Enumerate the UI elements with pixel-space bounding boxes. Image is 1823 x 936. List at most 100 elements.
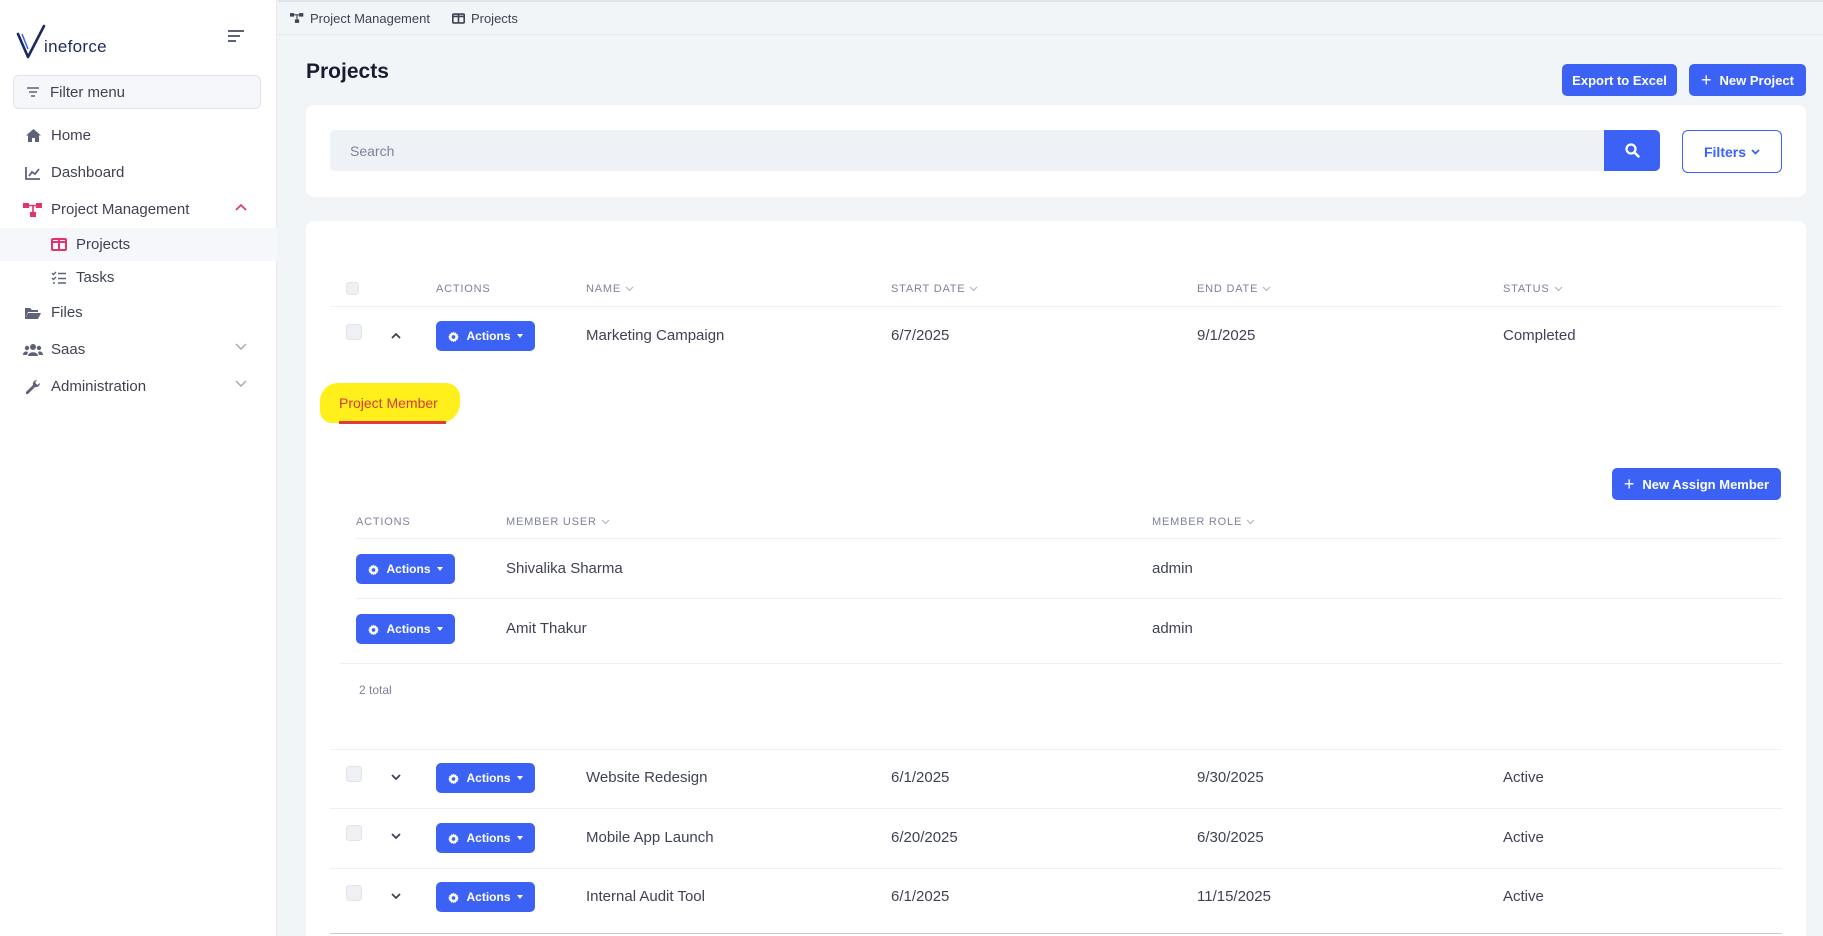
member-user: Shivalika Sharma — [506, 560, 623, 577]
sort-icon — [1246, 519, 1255, 525]
table-columns-icon — [51, 238, 69, 251]
breadcrumb-item-projects[interactable]: Projects — [451, 11, 518, 26]
logo-v-icon — [16, 24, 46, 59]
row-actions-button[interactable]: Actions — [436, 321, 535, 351]
chevron-down-icon — [235, 380, 247, 387]
export-to-excel-button[interactable]: Export to Excel — [1562, 64, 1677, 96]
caret-down-icon — [516, 776, 523, 780]
member-column-header-user[interactable]: MEMBER USER — [506, 516, 610, 528]
status: Active — [1503, 888, 1544, 905]
end-date: 11/15/2025 — [1197, 888, 1271, 905]
sidebar-nav: Home Dashboard Project Management Projec… — [0, 117, 277, 405]
divider — [330, 749, 1782, 750]
sidebar-item-label: Files — [51, 304, 83, 321]
row-actions-button[interactable]: Actions — [436, 823, 535, 853]
expand-row-icon[interactable] — [389, 770, 403, 784]
start-date: 6/1/2025 — [891, 769, 950, 786]
sidebar-item-home[interactable]: Home — [0, 117, 277, 154]
new-project-button[interactable]: + New Project — [1689, 64, 1806, 96]
filter-menu-input[interactable] — [50, 83, 250, 101]
sort-icon — [601, 519, 610, 525]
sidebar-item-project-management[interactable]: Project Management — [0, 191, 277, 228]
logo[interactable]: ineforce — [16, 20, 107, 60]
end-date: 9/1/2025 — [1197, 327, 1256, 344]
filter-menu-field[interactable] — [13, 75, 261, 109]
select-all-checkbox[interactable] — [346, 282, 359, 295]
start-date: 6/20/2025 — [891, 829, 958, 846]
users-icon — [23, 341, 43, 359]
collapse-row-icon[interactable] — [389, 328, 403, 342]
chevron-up-icon — [235, 203, 247, 211]
column-header-start-date[interactable]: START DATE — [891, 283, 978, 295]
sort-icon — [969, 286, 978, 292]
home-icon — [23, 127, 43, 145]
caret-down-icon — [436, 567, 443, 571]
row-checkbox[interactable] — [346, 324, 362, 340]
page-title: Projects — [306, 60, 389, 83]
plus-icon: + — [1623, 474, 1635, 494]
sidebar: ineforce Home Dashboard Project Manageme… — [0, 0, 277, 936]
sidebar-item-tasks[interactable]: Tasks — [0, 261, 277, 294]
sidebar-item-projects[interactable]: Projects — [0, 228, 277, 261]
sort-icon — [625, 286, 634, 292]
column-header-actions: ACTIONS — [436, 283, 491, 295]
row-actions-button[interactable]: Actions — [436, 763, 535, 793]
breadcrumb-item-project-management[interactable]: Project Management — [290, 11, 430, 26]
new-assign-member-button[interactable]: + New Assign Member — [1612, 468, 1781, 500]
sidebar-item-label: Projects — [76, 236, 131, 253]
menu-toggle-icon[interactable] — [228, 30, 246, 44]
sidebar-item-administration[interactable]: Administration — [0, 368, 277, 405]
search-input[interactable] — [350, 142, 1550, 159]
column-header-status[interactable]: STATUS — [1503, 283, 1563, 295]
table-columns-icon — [451, 12, 465, 24]
actions-label: Actions — [466, 329, 511, 343]
column-header-end-date[interactable]: END DATE — [1197, 283, 1271, 295]
sidebar-item-label: Saas — [51, 341, 86, 358]
end-date: 9/30/2025 — [1197, 769, 1264, 786]
search-button[interactable] — [1604, 130, 1660, 171]
row-checkbox[interactable] — [346, 766, 362, 782]
divider — [330, 808, 1782, 809]
gear-icon — [368, 623, 380, 635]
gear-icon — [448, 832, 460, 844]
search-card: Filters — [306, 105, 1806, 197]
sidebar-item-label: Home — [51, 127, 92, 144]
member-actions-button[interactable]: Actions — [356, 614, 455, 644]
sitemap-icon — [290, 13, 304, 23]
divider — [330, 868, 1782, 869]
row-checkbox[interactable] — [346, 885, 362, 901]
tab-label: Project Member — [339, 395, 438, 411]
chevron-down-icon — [235, 343, 247, 350]
breadcrumb-label: Project Management — [310, 10, 430, 26]
wrench-icon — [23, 378, 43, 396]
actions-label: Actions — [466, 771, 511, 785]
sitemap-icon — [23, 201, 43, 219]
search-icon — [1624, 143, 1640, 158]
project-name: Marketing Campaign — [586, 327, 725, 344]
filters-button[interactable]: Filters — [1682, 130, 1782, 173]
member-column-header-role[interactable]: MEMBER ROLE — [1152, 516, 1255, 528]
gear-icon — [448, 891, 460, 903]
row-actions-button[interactable]: Actions — [436, 882, 535, 912]
new-assign-member-label: New Assign Member — [1642, 476, 1770, 492]
tab-project-member[interactable]: Project Member — [320, 383, 460, 424]
member-actions-button[interactable]: Actions — [356, 554, 455, 584]
sidebar-item-saas[interactable]: Saas — [0, 331, 277, 368]
chart-line-icon — [23, 164, 43, 182]
row-checkbox[interactable] — [346, 825, 362, 841]
breadcrumb: Project Management Projects — [278, 0, 1823, 35]
caret-down-icon — [516, 836, 523, 840]
gear-icon — [368, 563, 380, 575]
divider — [340, 663, 1782, 664]
column-header-name[interactable]: NAME — [586, 283, 634, 295]
sidebar-item-label: Project Management — [51, 201, 190, 218]
filter-icon — [27, 87, 39, 97]
filters-label: Filters — [1703, 143, 1746, 160]
search-field[interactable] — [330, 130, 1604, 171]
projects-table: ACTIONS NAME START DATE END DATE STATUS … — [306, 221, 1806, 936]
expand-row-icon[interactable] — [389, 829, 403, 843]
sidebar-item-files[interactable]: Files — [0, 294, 277, 331]
sidebar-item-label: Tasks — [76, 269, 115, 286]
expand-row-icon[interactable] — [389, 889, 403, 903]
sidebar-item-dashboard[interactable]: Dashboard — [0, 154, 277, 191]
